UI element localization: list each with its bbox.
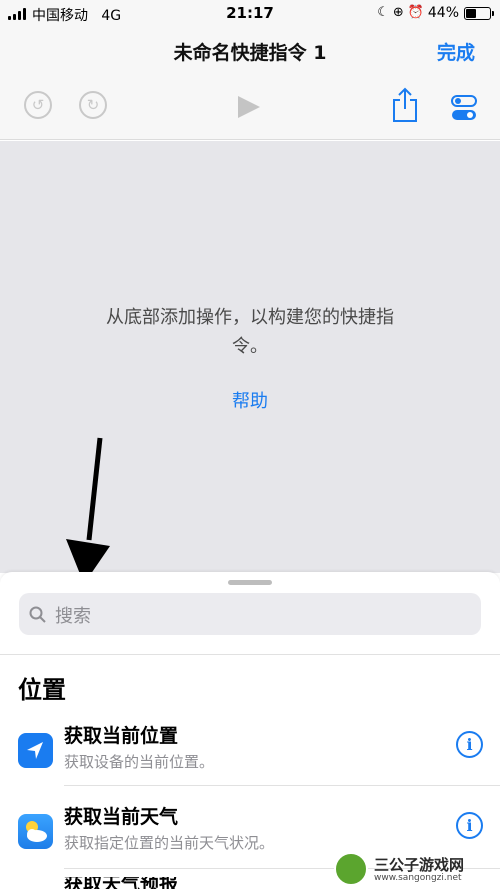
watermark-url: www.sangongzi.net xyxy=(374,873,462,883)
actions-sheet: 搜索 位置 获取当前位置 获取设备的当前位置。 i 获取当前天气 获取指定位置的… xyxy=(0,572,500,889)
action-subtitle: 获取指定位置的当前天气状况。 xyxy=(64,834,275,852)
action-title: 获取当前位置 xyxy=(64,725,179,747)
battery-fill xyxy=(466,9,476,18)
search-placeholder: 搜索 xyxy=(55,606,91,627)
search-icon xyxy=(29,606,46,623)
action-row-partial[interactable]: 获取天气预报 xyxy=(64,877,194,889)
info-icon[interactable]: i xyxy=(456,812,483,839)
watermark-logo-icon xyxy=(334,852,368,886)
status-bar: 中国移动 4G 21:17 ☾⊕⏰ 44% xyxy=(0,0,500,28)
action-title: 获取天气预报 xyxy=(64,877,179,889)
settings-toggle-icon[interactable] xyxy=(451,95,477,125)
shortcut-title[interactable]: 未命名快捷指令 1 xyxy=(0,38,500,65)
orientation-lock-icon: ⊕ xyxy=(392,5,408,20)
section-title: 位置 xyxy=(18,676,66,704)
play-icon[interactable] xyxy=(238,96,260,118)
empty-state-message: 从底部添加操作，以构建您的快捷指令。 xyxy=(106,307,394,357)
battery-percent: 44% xyxy=(427,5,459,21)
search-field[interactable]: 搜索 xyxy=(19,593,481,635)
status-icons: ☾⊕⏰ xyxy=(377,5,428,20)
divider xyxy=(64,785,500,786)
help-link[interactable]: 帮助 xyxy=(0,387,500,413)
alarm-icon: ⏰ xyxy=(407,5,428,20)
action-subtitle: 获取设备的当前位置。 xyxy=(64,753,215,771)
battery-icon xyxy=(464,7,494,20)
moon-icon: ☾ xyxy=(377,5,393,20)
watermark: 三公子游戏网 www.sangongzi.net xyxy=(334,852,494,886)
annotation-arrow-icon xyxy=(60,436,120,590)
action-row-get-current-location[interactable]: 获取当前位置 获取设备的当前位置。 i xyxy=(0,721,500,801)
redo-icon[interactable]: ↻ xyxy=(79,91,107,119)
share-icon[interactable] xyxy=(392,87,418,127)
done-button[interactable]: 完成 xyxy=(437,38,475,65)
undo-icon[interactable]: ↺ xyxy=(24,91,52,119)
action-title: 获取当前天气 xyxy=(64,806,179,828)
location-arrow-icon xyxy=(18,733,53,768)
divider xyxy=(0,654,500,655)
info-icon[interactable]: i xyxy=(456,731,483,758)
weather-icon xyxy=(18,814,53,849)
sheet-grabber[interactable] xyxy=(228,580,272,585)
watermark-text: 三公子游戏网 xyxy=(374,856,465,874)
navigation-bar: 未命名快捷指令 1 完成 ↺ ↻ xyxy=(0,28,500,140)
